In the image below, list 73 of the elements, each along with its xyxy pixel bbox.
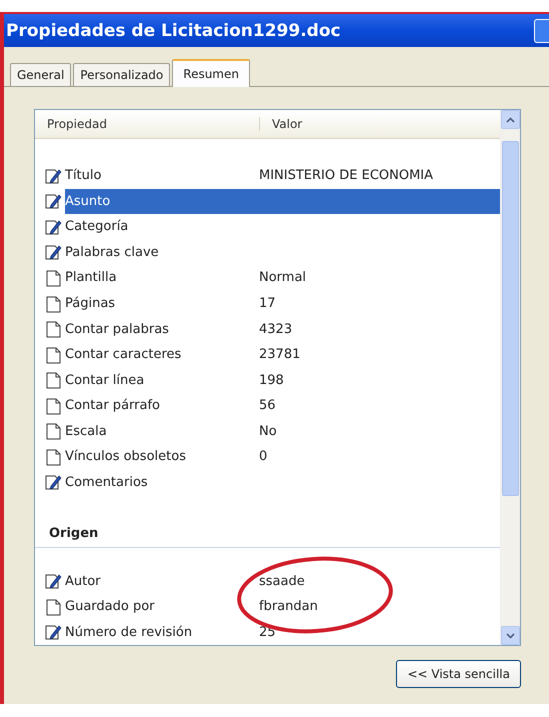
- property-value: 198: [259, 372, 284, 388]
- document-icon: [45, 598, 63, 616]
- property-row[interactable]: Contar párrafo 56: [65, 393, 500, 419]
- document-pencil-icon: [45, 623, 63, 642]
- scroll-down-button[interactable]: [501, 626, 520, 645]
- document-icon: [45, 268, 63, 287]
- document-icon: [45, 371, 63, 390]
- property-name: Páginas: [65, 296, 116, 312]
- property-row[interactable]: Contar línea 198: [65, 367, 500, 393]
- help-button[interactable]: [534, 18, 549, 42]
- property-name: Número de revisión: [65, 624, 194, 640]
- property-name: Contar línea: [65, 372, 146, 388]
- simple-view-button[interactable]: << Vista sencilla: [396, 660, 521, 688]
- property-value: ssaade: [259, 574, 305, 588]
- property-row[interactable]: Escala No: [65, 418, 500, 444]
- property-name: Contar palabras: [65, 322, 170, 337]
- document-pencil-icon: [45, 192, 63, 210]
- property-name: Asunto: [65, 194, 112, 209]
- tab[interactable]: Personalizado: [73, 63, 170, 86]
- property-row[interactable]: Palabras clave: [65, 240, 500, 266]
- scroll-thumb[interactable]: [502, 141, 519, 496]
- property-value: fbrandan: [259, 599, 318, 614]
- document-pencil-icon: [45, 166, 63, 185]
- scroll-up-button[interactable]: [501, 110, 520, 129]
- document-icon: [45, 294, 63, 313]
- section-header: Origen: [35, 507, 500, 548]
- property-name: Contar párrafo: [65, 398, 161, 414]
- property-name: Contar caracteres: [65, 347, 182, 362]
- property-value: 23781: [259, 347, 300, 362]
- property-row[interactable]: Categoría: [65, 214, 500, 240]
- property-row[interactable]: Autor ssaade: [65, 568, 500, 594]
- document-icon: [45, 422, 63, 440]
- property-name: Categoría: [65, 219, 130, 234]
- document-icon: [45, 448, 63, 466]
- property-value: No: [259, 424, 277, 439]
- scrollbar[interactable]: [500, 110, 520, 645]
- document-pencil-icon: [45, 572, 63, 590]
- property-value: 0: [259, 449, 268, 464]
- property-value: MINISTERIO DE ECONOMIA: [259, 168, 434, 184]
- document-pencil-icon: [45, 473, 63, 492]
- property-name: Título: [65, 168, 102, 184]
- property-row[interactable]: Comentarios: [65, 470, 500, 496]
- property-name: Autor: [65, 574, 102, 588]
- document-icon: [45, 396, 63, 415]
- property-row[interactable]: Título MINISTERIO DE ECONOMIA: [65, 162, 500, 188]
- chevron-up-icon: [506, 116, 515, 122]
- document-icon: [45, 320, 63, 338]
- property-name: Palabras clave: [65, 244, 160, 260]
- property-row[interactable]: Contar caracteres 23781: [65, 342, 500, 368]
- property-name: Vínculos obsoletos: [65, 449, 187, 464]
- property-row[interactable]: Contar palabras 4323: [65, 316, 500, 342]
- property-value: 4323: [259, 322, 292, 337]
- column-header[interactable]: Valor: [260, 116, 302, 131]
- property-value: Normal: [259, 270, 306, 286]
- property-row[interactable]: Plantilla Normal: [65, 265, 500, 291]
- tab[interactable]: Resumen: [172, 59, 250, 87]
- document-pencil-icon: [45, 218, 63, 236]
- document-pencil-icon: [45, 243, 63, 262]
- property-value: 56: [259, 398, 276, 414]
- property-row[interactable]: Guardado por fbrandan: [65, 594, 500, 620]
- property-name: Plantilla: [65, 270, 118, 286]
- property-name: Comentarios: [65, 474, 149, 490]
- window-title: Propiedades de Licitacion1299.doc: [6, 20, 341, 40]
- document-icon: [45, 346, 63, 364]
- chevron-down-icon: [506, 632, 515, 638]
- property-row[interactable]: Asunto: [65, 188, 500, 214]
- property-row[interactable]: Vínculos obsoletos 0: [65, 444, 500, 470]
- property-row[interactable]: Páginas 17: [65, 290, 500, 316]
- property-value: 17: [259, 296, 276, 312]
- property-name: Escala: [65, 424, 108, 439]
- property-name: Guardado por: [65, 599, 156, 614]
- tab[interactable]: General: [10, 63, 72, 86]
- column-header[interactable]: Propiedad: [35, 116, 260, 131]
